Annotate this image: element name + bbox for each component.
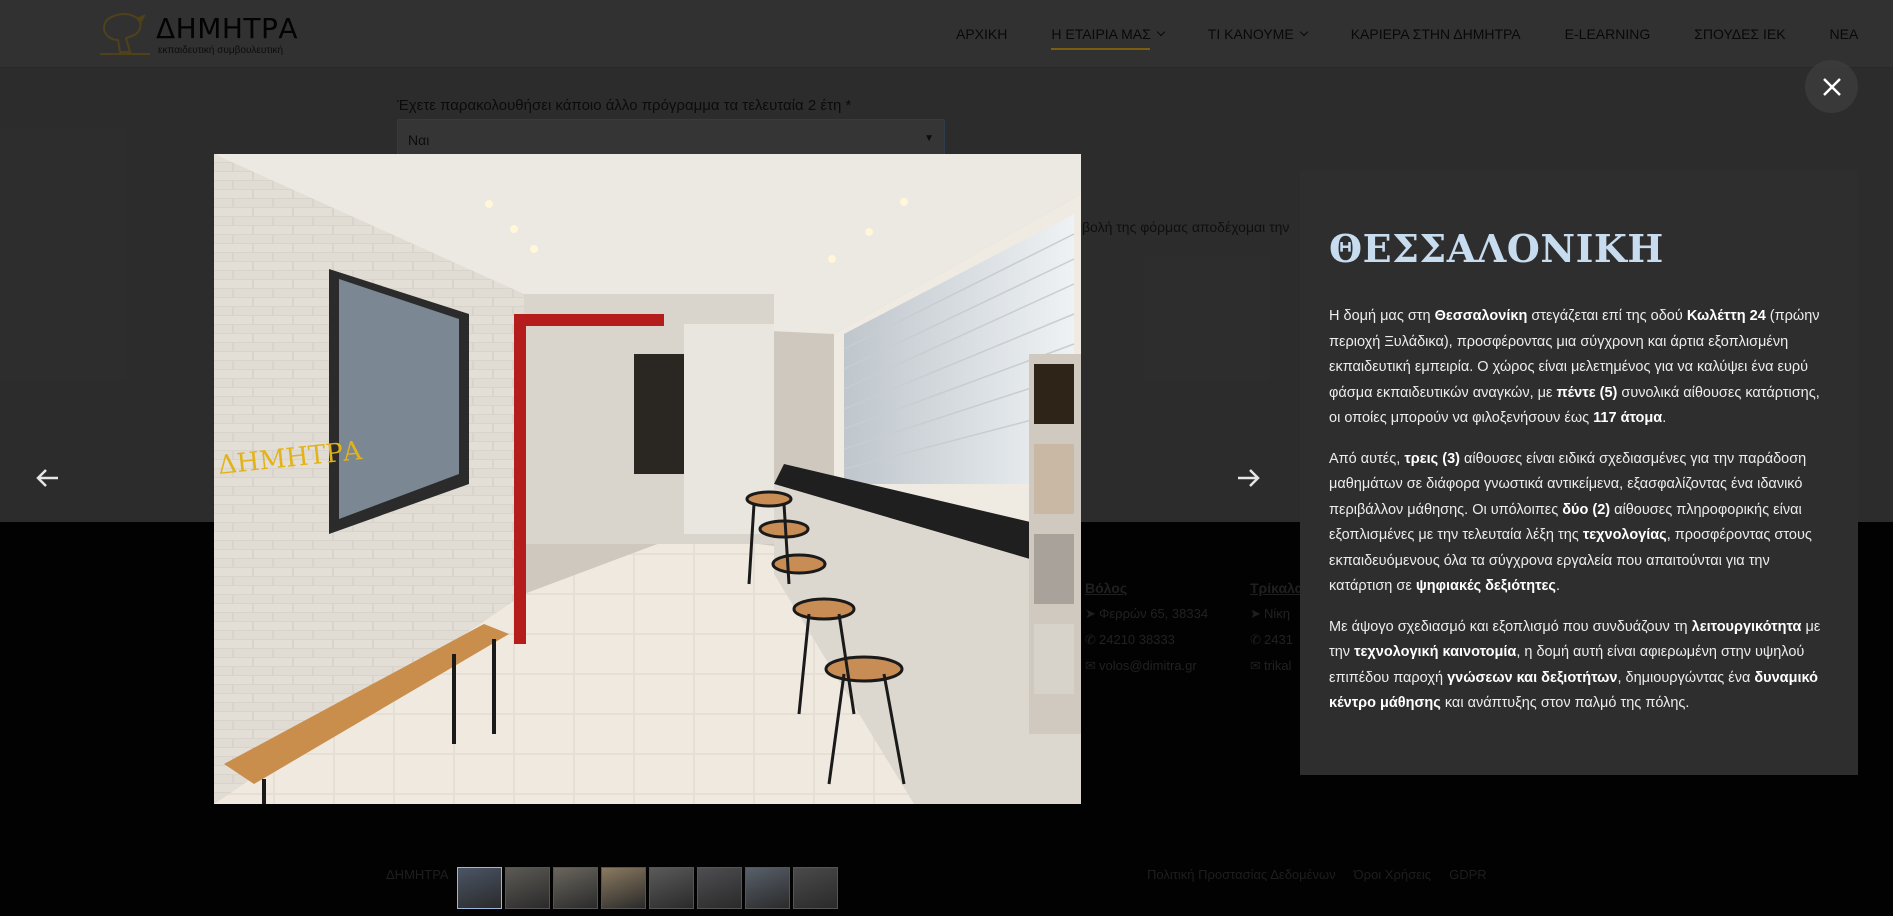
arrow-left-icon — [36, 469, 58, 487]
close-button[interactable] — [1805, 60, 1858, 113]
gallery-thumbnail[interactable] — [601, 867, 646, 909]
caption-title: ΘΕΣΣΑΛΟΝΙΚΗ — [1329, 226, 1664, 271]
thumbnail-strip — [457, 867, 838, 909]
caption-paragraph: Από αυτές, τρεις (3) αίθουσες είναι ειδι… — [1329, 447, 1829, 600]
caption-bold-text: Κωλέττη 24 — [1686, 308, 1766, 324]
caption-bold-text: τεχνολογική καινοτομία — [1354, 644, 1517, 660]
gallery-thumbnail[interactable] — [505, 867, 550, 909]
caption-bold-text: τρεις (3) — [1404, 450, 1460, 467]
caption-bold-text: τεχνολογίας — [1582, 527, 1667, 543]
caption-text: Από αυτές, — [1329, 450, 1405, 467]
caption-text: και ανάπτυξης στον παλμό της πόλης. — [1440, 695, 1690, 711]
next-slide-button[interactable] — [1232, 462, 1264, 494]
caption-bold-text: δύο (2) — [1562, 501, 1611, 518]
caption-bold-text: γνώσεων και δεξιοτήτων — [1447, 669, 1618, 686]
arrow-right-icon — [1238, 469, 1260, 487]
gallery-thumbnail[interactable] — [697, 867, 742, 909]
caption-text: Με άψογο σχεδιασμό και εξοπλισμό που συν… — [1329, 618, 1692, 635]
caption-body: Η δομή μας στη Θεσσαλονίκη στεγάζεται επ… — [1329, 304, 1829, 732]
caption-text: . — [1555, 578, 1561, 594]
caption-text: , δημιουργώντας ένα — [1617, 669, 1755, 686]
gallery-thumbnail[interactable] — [553, 867, 598, 909]
caption-bold-text: λειτουργικότητα — [1691, 618, 1802, 635]
caption-bold-text: πέντε (5) — [1556, 384, 1618, 401]
caption-bold-text: ψηφιακές δεξιότητες — [1415, 578, 1556, 594]
caption-text: . — [1662, 410, 1667, 426]
caption-bold-text: 117 άτομα — [1593, 410, 1663, 426]
previous-slide-button[interactable] — [32, 462, 64, 494]
gallery-thumbnail[interactable] — [793, 867, 838, 909]
gallery-photo: ΔΗΜΗΤΡΑ — [214, 154, 1081, 804]
gallery-thumbnail[interactable] — [649, 867, 694, 909]
caption-paragraph: Η δομή μας στη Θεσσαλονίκη στεγάζεται επ… — [1329, 304, 1829, 432]
gallery-thumbnail[interactable] — [745, 867, 790, 909]
caption-paragraph: Με άψογο σχεδιασμό και εξοπλισμό που συν… — [1329, 615, 1829, 717]
gallery-caption-panel: ΘΕΣΣΑΛΟΝΙΚΗ Η δομή μας στη Θεσσαλονίκη σ… — [1300, 170, 1858, 775]
close-icon — [1822, 77, 1841, 96]
caption-text: Η δομή μας στη — [1329, 308, 1435, 324]
caption-bold-text: Θεσσαλονίκη — [1434, 308, 1528, 324]
caption-text: στεγάζεται επί της οδού — [1527, 308, 1687, 324]
gallery-thumbnail[interactable] — [457, 867, 502, 909]
